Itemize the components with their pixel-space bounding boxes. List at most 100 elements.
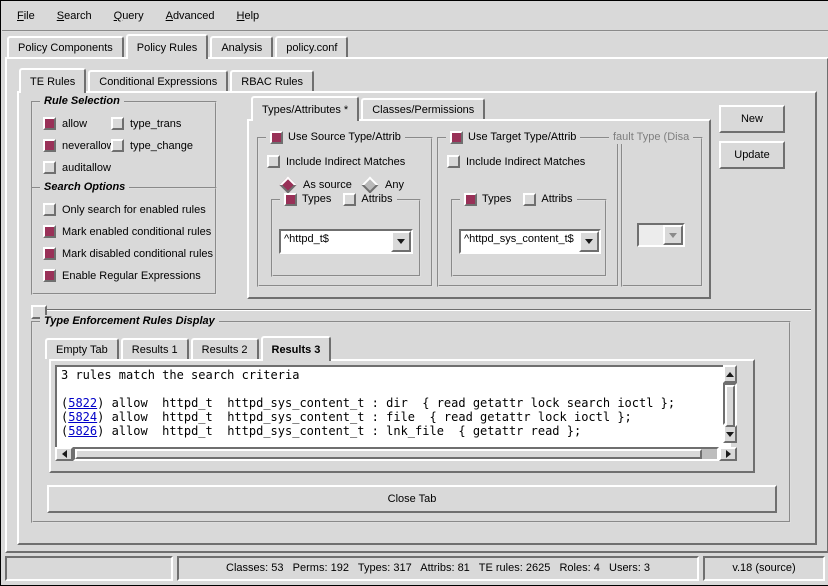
arrow-left-glyph [62,450,67,458]
arrow-down-glyph [669,233,677,238]
update-button-label: Update [734,149,769,161]
rule-line: (5826) allow httpd_t httpd_sys_content_t… [61,424,725,438]
target-group-title: Use Target Type/Attrib [468,131,576,144]
checkbox-auditallow[interactable]: auditallow [43,161,111,174]
target-type-combobox[interactable]: ^httpd_sys_content_t$ [459,229,601,254]
menu-help[interactable]: Help [228,7,269,25]
new-button[interactable]: New [719,105,785,133]
vscroll-thumb[interactable] [725,385,735,427]
rule-text: allow httpd_t httpd_sys_content_t : dir … [104,396,675,410]
results-text-area[interactable]: 3 rules match the search criteria (5822)… [55,365,731,449]
checkbox-mark-disabled-conditional[interactable]: Mark disabled conditional rules [43,247,213,260]
scroll-up-icon[interactable] [723,365,737,383]
tab-policy-conf[interactable]: policy.conf [275,36,348,57]
results-header: Type Enforcement Rules Display [40,315,219,328]
vertical-scrollbar[interactable] [723,365,737,443]
checkbox-source-indirect[interactable]: Include Indirect Matches [267,155,405,168]
scroll-down-icon[interactable] [723,425,737,443]
tab-policy-components[interactable]: Policy Components [7,36,124,57]
chevron-down-icon [663,225,683,245]
checkbox-label: Mark disabled conditional rules [62,248,213,260]
results-group: Type Enforcement Rules Display Empty Tab… [31,321,791,523]
source-types-checkbox[interactable]: Types [284,193,331,206]
menu-advanced[interactable]: Advanced [157,7,224,25]
source-attribs-checkbox[interactable]: Attribs [343,193,392,206]
status-left-panel [5,556,173,581]
chevron-down-icon[interactable] [579,231,599,252]
rule-id-link[interactable]: 5824 [68,410,97,424]
checkbox-mark-enabled-conditional[interactable]: Mark enabled conditional rules [43,225,211,238]
tab-label: policy.conf [286,42,337,54]
checkbox-label: Include Indirect Matches [466,156,585,168]
sash-line [47,309,811,311]
tab-empty-tab[interactable]: Empty Tab [45,338,119,359]
radio-label: As source [303,179,352,191]
new-button-label: New [741,113,763,125]
update-button[interactable]: Update [719,141,785,169]
tab-results-2[interactable]: Results 2 [191,338,259,359]
close-tab-button[interactable]: Close Tab [47,485,777,513]
tab-label: Policy Rules [137,42,198,54]
tab-te-rules[interactable]: TE Rules [19,68,86,93]
criteria-tab-bar: Types/Attributes * Classes/Permissions [251,97,487,121]
radio-any[interactable]: Any [361,179,404,191]
radio-indicator [362,177,379,194]
default-type-combobox [637,223,685,247]
checkbox-indicator [43,247,56,260]
checkbox-indicator [284,193,297,206]
source-type-combobox[interactable]: ^httpd_t$ [279,229,413,254]
search-options-header: Search Options [40,181,129,194]
checkbox-type-trans[interactable]: type_trans [111,117,181,130]
checkbox-allow[interactable]: allow [43,117,87,130]
tab-classes-permissions[interactable]: Classes/Permissions [361,98,485,119]
menu-query[interactable]: Query [105,7,153,25]
chevron-down-icon[interactable] [391,231,411,252]
tab-conditional-expressions[interactable]: Conditional Expressions [88,70,228,91]
checkbox-label: Attribs [541,193,572,206]
arrow-right-glyph [726,450,731,458]
arrow-up-glyph [726,372,734,377]
target-criteria-group: Use Target Type/Attrib Include Indirect … [437,137,619,287]
status-version-panel: v.18 (source) [703,556,825,581]
tab-policy-rules[interactable]: Policy Rules [126,34,209,59]
tab-rbac-rules[interactable]: RBAC Rules [230,70,314,91]
checkbox-type-change[interactable]: type_change [111,139,193,152]
tab-results-1[interactable]: Results 1 [121,338,189,359]
default-type-title: fault Type (Disa [613,131,689,144]
source-enable-checkbox[interactable] [270,131,283,144]
target-group-header: Use Target Type/Attrib [446,131,580,144]
scroll-left-icon[interactable] [55,447,73,461]
menu-search[interactable]: Search [48,7,101,25]
arrow-down-glyph [585,239,593,244]
tab-analysis[interactable]: Analysis [210,36,273,57]
types-attributes-page: Use Source Type/Attrib Include Indirect … [247,119,711,299]
rule-id-link[interactable]: 5826 [68,424,97,438]
tab-types-attributes[interactable]: Types/Attributes * [251,96,359,121]
tab-label: Empty Tab [56,344,108,356]
scroll-right-icon[interactable] [719,447,737,461]
checkbox-enable-regex[interactable]: Enable Regular Expressions [43,269,201,282]
results-summary: 3 rules match the search criteria [61,368,725,382]
menu-file[interactable]: File [8,7,44,25]
vscroll-track[interactable] [723,383,737,425]
checkbox-only-enabled-rules[interactable]: Only search for enabled rules [43,203,206,216]
checkbox-indicator [343,193,356,206]
tab-results-3[interactable]: Results 3 [261,336,332,361]
checkbox-neverallow[interactable]: neverallow [43,139,115,152]
hscroll-track[interactable] [73,447,719,461]
checkbox-target-indirect[interactable]: Include Indirect Matches [447,155,585,168]
checkbox-indicator [43,203,56,216]
target-enable-checkbox[interactable] [450,131,463,144]
checkbox-label: Types [482,193,511,206]
rule-id-link[interactable]: 5822 [68,396,97,410]
tab-label: Policy Components [18,42,113,54]
horizontal-scrollbar[interactable] [55,447,737,461]
radio-as-source[interactable]: As source [279,179,352,191]
hscroll-thumb[interactable] [75,449,702,459]
menubar: File Search Query Advanced Help [2,2,828,32]
main-tab-bar: Policy Components Policy Rules Analysis … [7,35,350,59]
target-types-checkbox[interactable]: Types [464,193,511,206]
tab-label: Types/Attributes * [262,104,348,116]
target-attribs-checkbox[interactable]: Attribs [523,193,572,206]
target-types-attribs-box: Types Attribs ^httpd_sys_content_t$ [451,199,607,277]
